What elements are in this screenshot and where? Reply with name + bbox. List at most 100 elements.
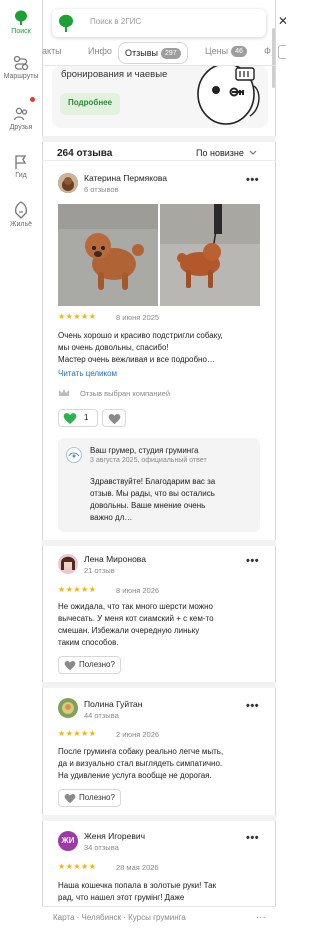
rating-stars: ★★★★★ — [58, 862, 97, 871]
company-logo-icon — [66, 447, 82, 463]
review-separator — [42, 815, 276, 821]
tab-bar: такты Инфо Отзывы297 Цены46 Ф — [42, 40, 276, 66]
more-button[interactable]: Подробнее — [60, 93, 121, 115]
tab-info[interactable]: Инфо — [88, 46, 112, 56]
promo-card: бронирования и чаевые Подробнее — [52, 66, 268, 128]
read-more-link[interactable]: Читать целиком — [58, 369, 117, 378]
review-photo[interactable] — [58, 204, 158, 306]
reviewer-name[interactable]: Лена Миронова — [84, 554, 146, 564]
review-date: 2 июня 2026 — [116, 730, 160, 739]
more-options-icon[interactable]: ••• — [246, 555, 259, 567]
review-text-line: Наша кошечка попала в золотые руки! Так — [58, 881, 217, 890]
reviewer-reviews-count: 44 отзыва — [84, 711, 119, 720]
crown-icon — [59, 389, 69, 396]
nav-item-label: Жильё — [10, 221, 32, 228]
heart-icon — [64, 793, 76, 804]
nav-item-search[interactable]: Поиск — [0, 10, 42, 35]
review-text-line: таким способов. — [58, 638, 119, 647]
useful-button[interactable]: Полезно? — [58, 789, 121, 807]
more-options-icon[interactable]: ••• — [246, 700, 259, 712]
review-separator — [42, 682, 276, 688]
more-options-icon[interactable]: ... — [256, 910, 266, 921]
tab-count-badge: 297 — [160, 48, 181, 59]
avatar[interactable] — [58, 698, 78, 718]
review-date: 28 мая 2026 — [116, 863, 159, 872]
map-edge — [276, 0, 286, 929]
tab-photos[interactable]: Ф — [264, 46, 271, 56]
owner-reply: Ваш грумер, студия груминга 3 августа 20… — [58, 438, 260, 532]
review-photo[interactable] — [160, 204, 260, 306]
tab-label: Отзывы — [125, 48, 158, 58]
avatar[interactable]: ЖИ — [58, 831, 78, 851]
tab-prices[interactable]: Цены 46 — [205, 46, 247, 57]
reviewer-reviews-count: 34 отзыва — [84, 843, 119, 852]
more-options-icon[interactable]: ••• — [246, 174, 259, 186]
review-text-line: Не ожидала, что так много шерсти можно — [58, 602, 213, 611]
reviewer-reviews-count: 21 отзыв — [84, 566, 115, 575]
avatar-photo — [58, 554, 78, 574]
review-text-line: вычесать. У меня кот сиамский + с кем-то — [58, 614, 214, 623]
panel-handle[interactable] — [278, 45, 286, 59]
nav-item-housing[interactable]: Жильё — [0, 201, 42, 228]
review-text-line: мы очень довольны, спасибо! — [58, 343, 169, 352]
reply-author: Ваш грумер, студия груминга — [90, 446, 199, 455]
like-button[interactable]: 1 — [58, 409, 98, 427]
rating-stars: ★★★★★ — [58, 729, 97, 738]
review-text-line: После груминга собаку реально легче мыть… — [58, 747, 224, 756]
2gis-logo-icon — [59, 14, 73, 32]
nav-item-label: Друзья — [9, 124, 33, 131]
reply-text-line: отзыв. Мы рады, что вы остались — [90, 489, 215, 498]
tab-reviews[interactable]: Отзывы 297 — [118, 42, 188, 64]
search-placeholder: Поиск в 2ГИС — [90, 17, 142, 26]
divider — [42, 160, 276, 161]
review-text-line: Очень хорошо и красиво подстригли собаку… — [58, 331, 223, 340]
reviewer-name[interactable]: Полина Гуйтан — [84, 699, 142, 709]
nav-item-label: Гид — [15, 172, 27, 179]
flag-icon — [15, 155, 27, 169]
review-date: 8 июня 2025 — [116, 313, 160, 322]
promo-illustration — [197, 66, 260, 125]
review-date: 8 июня 2026 — [116, 586, 160, 595]
heart-icon — [108, 414, 121, 425]
reply-text-line: довольны. Ваше мнение очень — [90, 501, 206, 510]
avatar[interactable] — [58, 554, 78, 574]
breadcrumb[interactable]: Карта · Челябинск · Курсы груминга — [53, 913, 186, 922]
friends-icon — [13, 107, 28, 121]
review-text-line: На удивление услуга вообще не дорогая. — [58, 771, 212, 780]
reviewer-name[interactable]: Женя Игоревич — [84, 831, 145, 841]
company-choice-label: Отзыв выбран компанией — [80, 389, 171, 398]
sort-label: По новизне — [196, 148, 244, 158]
review-separator — [42, 540, 276, 546]
chevron-down-icon — [249, 150, 257, 155]
avatar[interactable] — [58, 173, 78, 193]
tab-contacts[interactable]: такты — [42, 46, 62, 56]
sort-dropdown[interactable]: По новизне — [196, 148, 257, 158]
reviews-count: 264 отзыва — [57, 148, 113, 159]
rating-stars: ★★★★★ — [58, 312, 97, 321]
useful-label: Полезно? — [79, 793, 115, 802]
dog-photo — [58, 204, 158, 306]
reply-meta: 3 августа 2025, официальный ответ — [90, 457, 207, 464]
avatar-photo — [58, 698, 78, 718]
close-icon[interactable]: ✕ — [278, 14, 286, 28]
nav-item-guide[interactable]: Гид — [0, 154, 42, 179]
nav-item-routes[interactable]: Маршруты — [0, 55, 42, 80]
useful-button[interactable]: Полезно? — [58, 656, 121, 674]
review-text-line: рад, что нашел этот грумінг! Даже — [58, 893, 185, 902]
useful-label: Полезно? — [79, 660, 115, 669]
nav-item-friends[interactable]: Друзья — [0, 97, 42, 131]
reviewer-name[interactable]: Катерина Пермякова — [84, 173, 167, 183]
rating-stars: ★★★★★ — [58, 585, 97, 594]
notification-dot — [30, 97, 35, 102]
house-icon — [15, 201, 27, 219]
like-toggle-button[interactable] — [102, 409, 126, 427]
nav-item-label: Поиск — [11, 28, 31, 35]
more-options-icon[interactable]: ••• — [246, 832, 259, 844]
leaf-pin-icon — [15, 10, 27, 25]
review-text-line: да и визуально стал выглядеть симпатично… — [58, 759, 223, 768]
like-count: 1 — [84, 413, 89, 422]
reply-text-line: Здравствуйте! Благодарим вас за — [90, 477, 216, 486]
reply-text-line: важно дл… — [90, 513, 133, 522]
search-input[interactable]: Поиск в 2ГИС — [52, 9, 266, 37]
tab-label: Цены — [205, 46, 229, 56]
